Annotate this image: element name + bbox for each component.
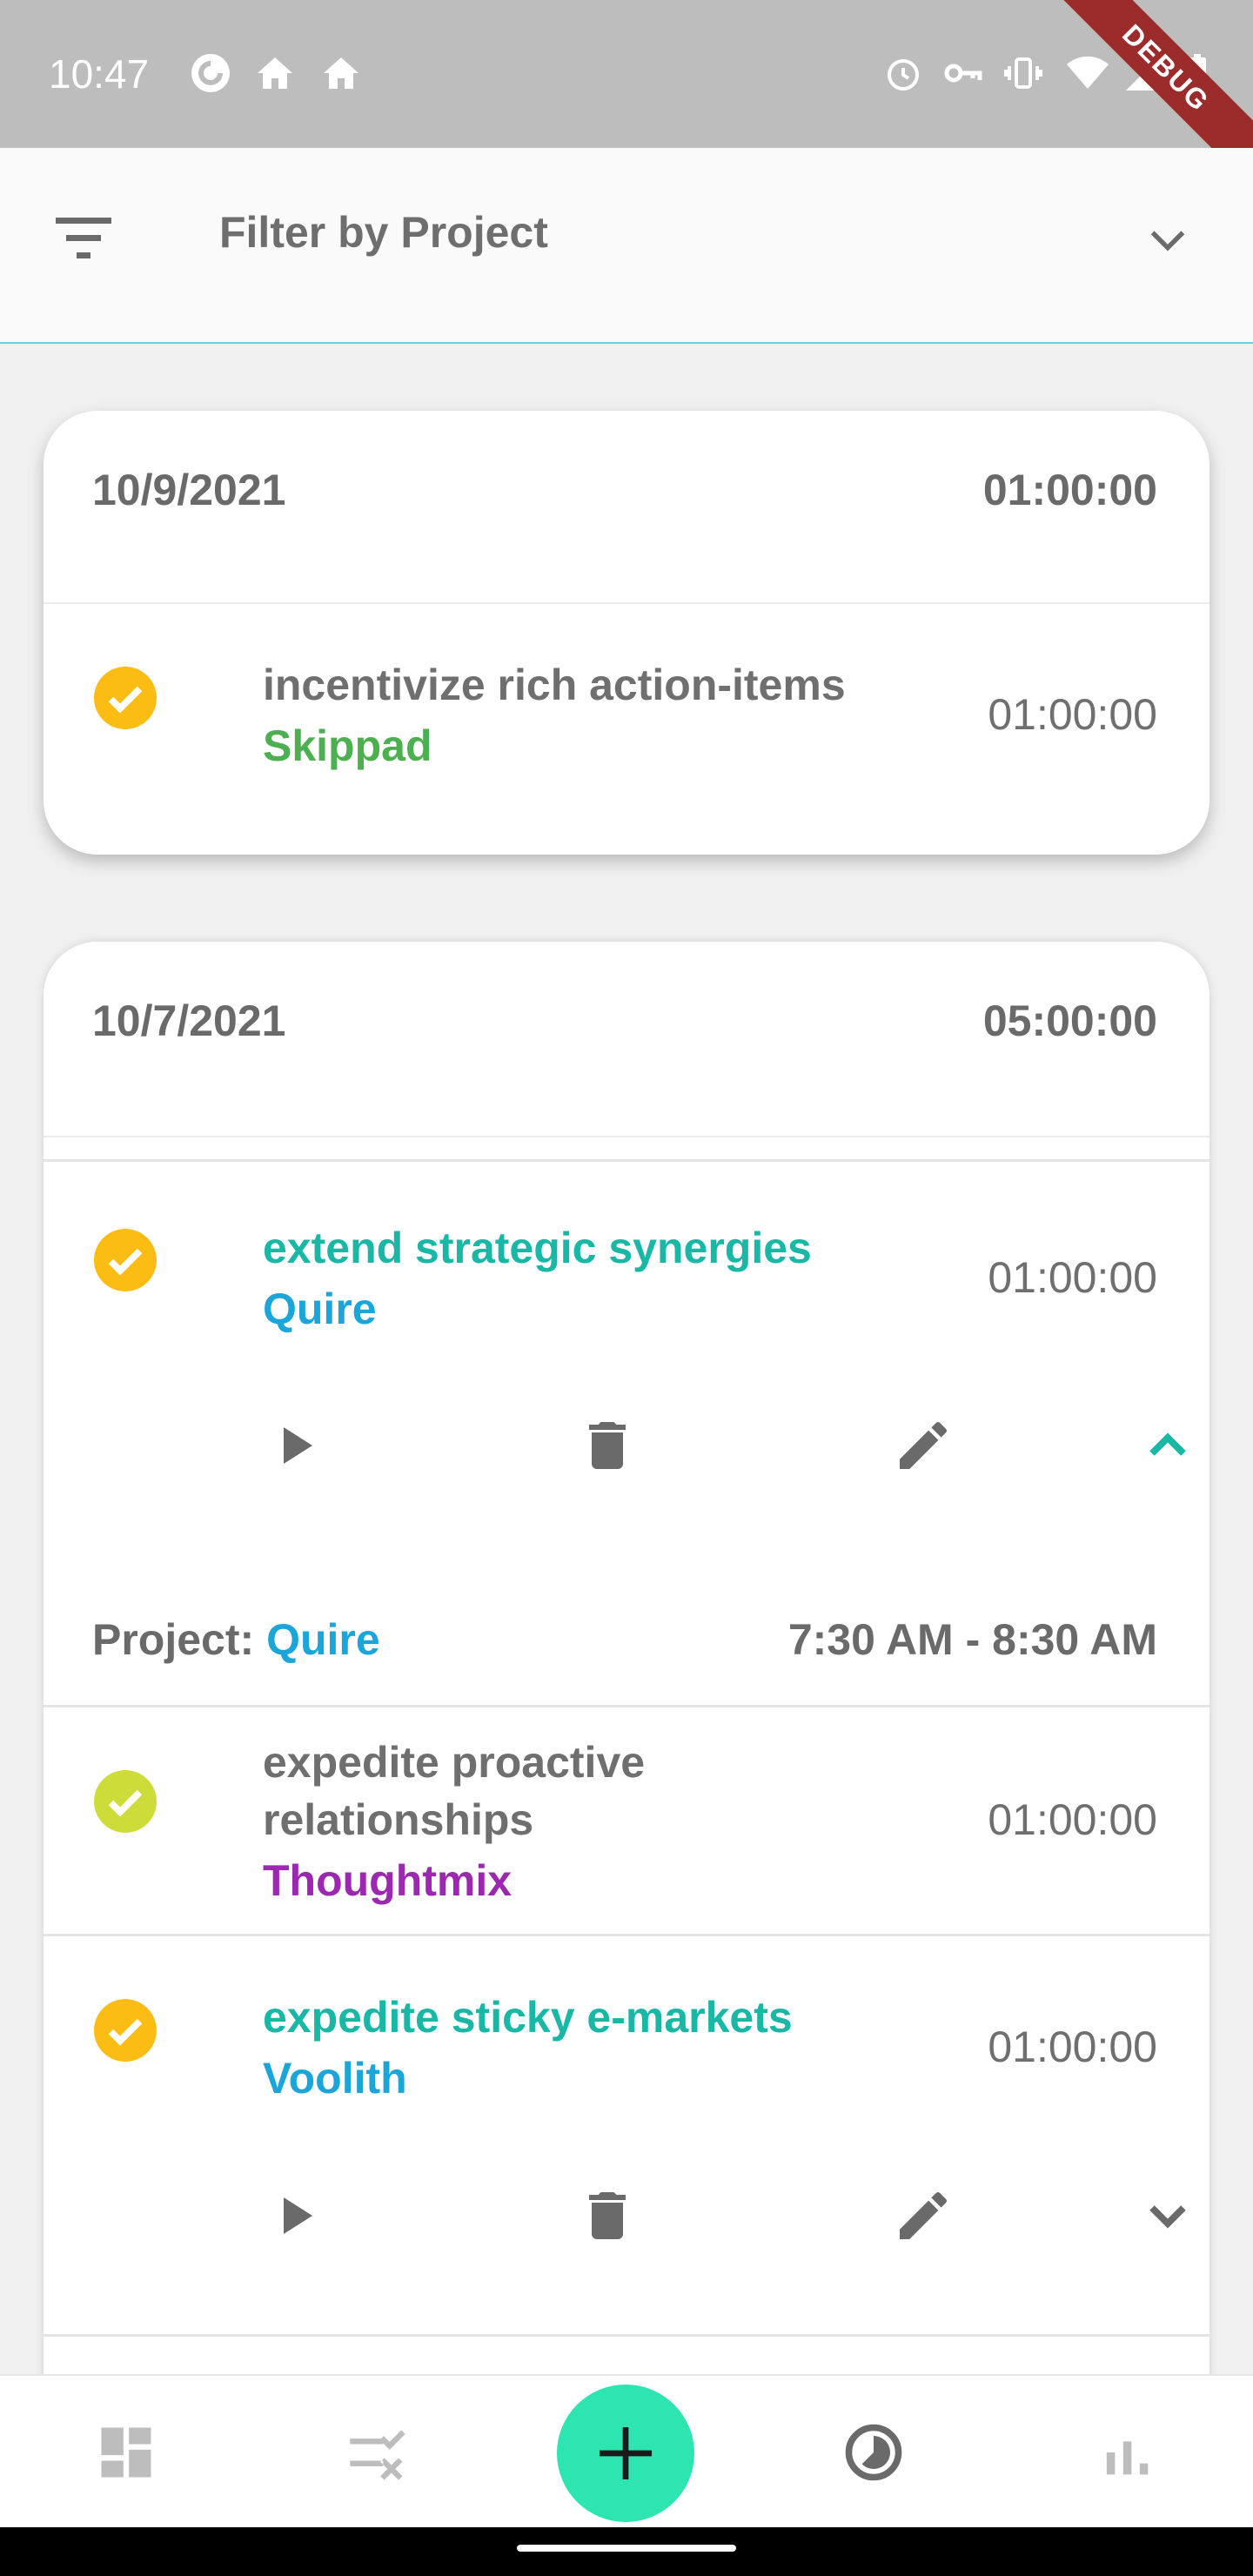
entry-duration: 01:00:00 (988, 1253, 1157, 1302)
dashboard-icon[interactable] (93, 2419, 159, 2485)
day-total: 05:00:00 (982, 996, 1157, 1045)
play-icon[interactable] (263, 1414, 325, 1477)
chevron-down-icon[interactable] (1145, 218, 1190, 263)
wifi-icon (1067, 56, 1109, 89)
time-entry-expanded[interactable]: expedite sticky e-markets Voolith 01:00:… (44, 1936, 1209, 2337)
alarm-icon (888, 59, 919, 91)
vibrate-icon (1004, 57, 1042, 89)
filter-bar[interactable]: Filter by Project (0, 148, 1253, 344)
entry-project: Thoughtmix (263, 1856, 513, 1905)
day-header[interactable]: 10/7/2021 05:00:00 (44, 942, 1209, 1137)
time-entry[interactable]: incentivize rich action-items Skippad 01… (44, 604, 1209, 855)
status-bar: 10:47 DEBUG (0, 0, 1253, 191)
home-icon (324, 57, 358, 89)
chevron-up-icon[interactable] (1136, 1414, 1199, 1477)
edit-icon[interactable] (892, 2184, 955, 2247)
tasks-icon[interactable] (345, 2419, 411, 2485)
entry-title: incentivize rich action-items (263, 661, 846, 709)
day-header[interactable]: 10/9/2021 01:00:00 (44, 411, 1209, 604)
entry-duration: 01:00:00 (988, 690, 1157, 739)
add-button[interactable] (557, 2385, 694, 2522)
bottom-navigation (0, 2374, 1253, 2527)
day-date: 10/7/2021 (92, 996, 286, 1045)
entry-duration: 01:00:00 (988, 2023, 1157, 2071)
edit-icon[interactable] (892, 1414, 955, 1477)
add-icon (600, 2427, 652, 2479)
day-card: 10/7/2021 05:00:00 extend strategic syne… (44, 942, 1209, 2386)
chevron-down-icon[interactable] (1136, 2184, 1199, 2247)
day-date: 10/9/2021 (92, 466, 286, 514)
entry-detail-project: Project: Quire (92, 1614, 380, 1665)
vpn-key-icon (944, 64, 982, 83)
gesture-bar (0, 2527, 1253, 2576)
check-circle-icon[interactable] (94, 667, 157, 729)
home-icon (258, 57, 292, 89)
entry-actions (44, 2184, 1209, 2263)
play-icon[interactable] (263, 2184, 325, 2247)
detail-label: Project: (92, 1615, 267, 1664)
entry-project: Voolith (263, 2054, 407, 2103)
entry-title: extend strategic synergies (263, 1224, 812, 1272)
timer-icon[interactable] (841, 2419, 907, 2485)
check-circle-icon[interactable] (94, 1999, 157, 2062)
delete-icon[interactable] (576, 1414, 639, 1477)
time-entry-expanded[interactable]: extend strategic synergies Quire 01:00:0… (44, 1162, 1209, 1771)
entry-title: expedite sticky e-markets (263, 1993, 793, 2042)
status-time: 10:47 (49, 51, 150, 97)
check-circle-icon[interactable] (94, 1770, 157, 1833)
divider (44, 2334, 1209, 2337)
entry-time-range: 7:30 AM - 8:30 AM (787, 1615, 1157, 1664)
day-card: 10/9/2021 01:00:00 incentivize rich acti… (44, 411, 1209, 855)
entry-title: expedite proactive relationships (263, 1738, 646, 1844)
check-circle-icon[interactable] (94, 1229, 157, 1291)
stats-icon[interactable] (1093, 2419, 1159, 2485)
entry-project: Quire (263, 1285, 377, 1333)
entry-duration: 01:00:00 (988, 1795, 1157, 1844)
filter-dropdown-label[interactable]: Filter by Project (219, 207, 548, 258)
home-gesture-pill[interactable] (517, 2545, 736, 2552)
filter-list-icon (56, 218, 111, 258)
time-entry[interactable]: expedite proactive relationships Thought… (44, 1707, 1209, 1934)
day-total: 01:00:00 (982, 466, 1157, 514)
detail-project-name: Quire (266, 1615, 380, 1664)
entry-project: Skippad (263, 721, 432, 770)
entry-actions (44, 1414, 1209, 1493)
delete-icon[interactable] (576, 2184, 639, 2247)
pocket-casts-icon (191, 54, 230, 92)
